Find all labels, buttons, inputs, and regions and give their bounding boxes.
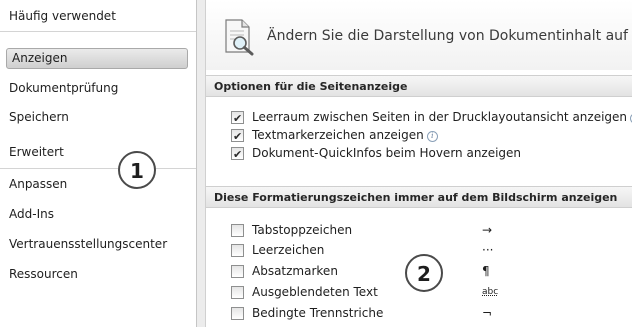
sidebar-item-anpassen[interactable]: Anpassen xyxy=(6,174,188,195)
checkbox[interactable] xyxy=(231,244,244,257)
sidebar-item-erweitert[interactable]: Erweitert xyxy=(6,142,188,163)
document-magnifier-icon xyxy=(225,19,254,56)
option-label: Textmarkerzeichen anzeigen i xyxy=(252,127,438,144)
option-label: Leerzeichen xyxy=(252,243,325,257)
options-sidebar: Häufig verwendet Anzeigen Dokumentprüfun… xyxy=(0,0,197,327)
checkbox[interactable] xyxy=(231,110,244,127)
section-heading-seitenanzeige: Optionen für die Seitenanzeige xyxy=(206,75,632,97)
sidebar-divider xyxy=(0,168,196,169)
sidebar-item-anzeigen[interactable]: Anzeigen xyxy=(6,48,188,69)
sidebar-splitter xyxy=(197,0,206,327)
page-banner: Ändern Sie die Darstellung von Dokumenti… xyxy=(206,0,632,70)
sidebar-item-speichern[interactable]: Speichern xyxy=(6,107,188,128)
option-label: Absatzmarken xyxy=(252,264,338,278)
checkbox[interactable] xyxy=(231,146,244,163)
option-label: Bedingte Trennstriche xyxy=(252,306,384,320)
checkbox[interactable] xyxy=(231,307,244,320)
checkbox[interactable] xyxy=(231,224,244,237)
callout-marker-1: 1 xyxy=(118,151,156,189)
option-label: Dokument-QuickInfos beim Hovern anzeigen xyxy=(252,146,522,160)
banner-description: Ändern Sie die Darstellung von Dokumenti… xyxy=(267,28,632,44)
sidebar-item-vertrauensstellungscenter[interactable]: Vertrauensstellungscenter xyxy=(6,234,188,255)
info-icon: i xyxy=(426,131,438,142)
sidebar-divider xyxy=(0,31,196,32)
option-label: Tabstoppzeichen xyxy=(252,223,353,237)
sidebar-item-add-ins[interactable]: Add-Ins xyxy=(6,204,188,225)
section-heading-formatierungszeichen: Diese Formatierungszeichen immer auf dem… xyxy=(206,186,632,208)
tab-mark-symbol: → xyxy=(482,223,493,237)
checkbox[interactable] xyxy=(231,286,244,299)
optional-hyphen-symbol: ¬ xyxy=(482,306,493,320)
checkbox[interactable] xyxy=(231,265,244,278)
option-label: Leerraum zwischen Seiten in der Drucklay… xyxy=(252,109,632,126)
option-label: Ausgeblendeten Text xyxy=(252,285,378,299)
space-mark-symbol: ··· xyxy=(482,243,494,257)
hidden-text-symbol: abc xyxy=(482,287,499,297)
sidebar-item-dokumentpruefung[interactable]: Dokumentprüfung xyxy=(6,78,188,99)
paragraph-mark-symbol: ¶ xyxy=(482,264,490,278)
sidebar-item-haeufig-verwendet[interactable]: Häufig verwendet xyxy=(6,6,188,27)
callout-marker-2: 2 xyxy=(405,254,443,292)
sidebar-item-ressourcen[interactable]: Ressourcen xyxy=(6,264,188,285)
checkbox[interactable] xyxy=(231,128,244,145)
